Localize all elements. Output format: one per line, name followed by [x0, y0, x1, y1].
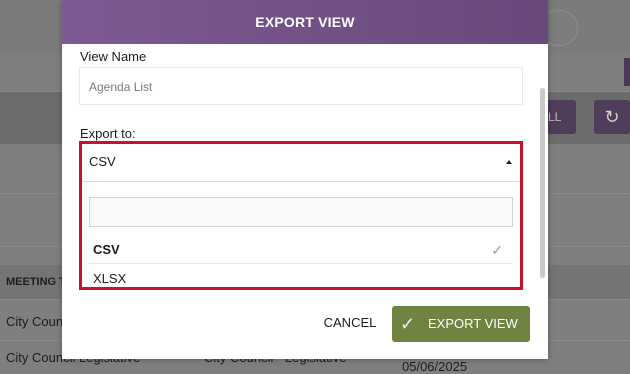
menu-button	[624, 58, 630, 86]
view-name-input[interactable]: Agenda List	[79, 67, 523, 105]
export-format-select[interactable]: CSV	[82, 144, 520, 182]
selected-format: CSV	[89, 154, 116, 169]
export-to-label: Export to:	[80, 126, 136, 141]
refresh-icon: ↻	[594, 100, 630, 134]
view-name-label: View Name	[80, 49, 147, 64]
table-cell: 05/06/2025	[402, 359, 468, 374]
caret-up-icon	[506, 160, 512, 164]
table-cell: City Counc	[6, 314, 70, 329]
check-icon: ✓	[400, 314, 416, 334]
export-view-dialog: EXPORT VIEW View Name Agenda List Export…	[62, 0, 548, 359]
cancel-button[interactable]: CANCEL	[320, 309, 380, 337]
export-view-button[interactable]: ✓ EXPORT VIEW	[392, 306, 530, 342]
option-csv[interactable]: CSV ✓	[89, 236, 513, 264]
scrollbar[interactable]	[540, 88, 545, 278]
export-button-label: EXPORT VIEW	[428, 316, 518, 331]
column-header-meeting-type: MEETING T	[6, 276, 66, 288]
check-icon: ✓	[491, 242, 503, 258]
dropdown-search-input[interactable]	[89, 197, 513, 227]
option-label: CSV	[93, 242, 120, 257]
option-xlsx[interactable]: XLSX	[89, 265, 513, 293]
dialog-title: EXPORT VIEW	[62, 0, 548, 44]
option-label: XLSX	[93, 271, 127, 286]
